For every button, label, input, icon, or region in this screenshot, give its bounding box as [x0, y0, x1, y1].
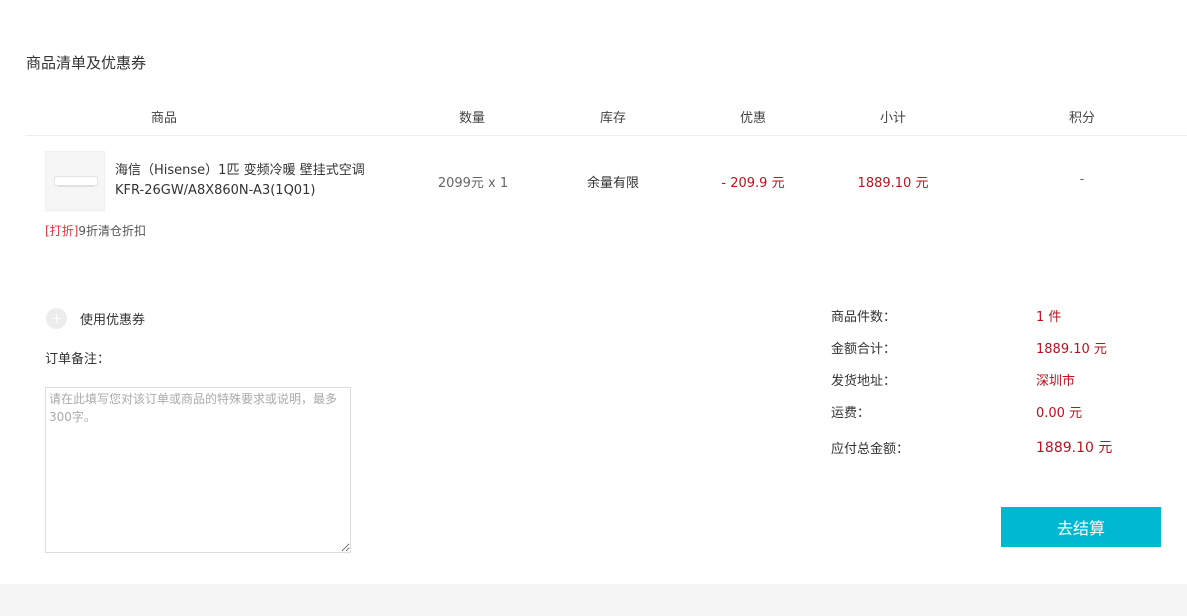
header-quantity: 数量: [458, 111, 485, 126]
item-discount: - 209.9 元: [721, 176, 785, 191]
item-count-value: 1 件: [1036, 310, 1062, 325]
product-name[interactable]: 海信（Hisense）1匹 变频冷暖 壁挂式空调 KFR-26GW/A8X860…: [115, 161, 380, 201]
table-header: 商品 数量 库存 优惠 小计 积分: [25, 96, 1187, 136]
product-image[interactable]: [45, 151, 105, 211]
freight-value: 0.00 元: [1036, 406, 1083, 421]
order-panel: 商品清单及优惠券 商品 数量 库存 优惠 小计 积分 海信（Hisense）1匹…: [0, 0, 1187, 584]
use-coupon-button[interactable]: 使用优惠券: [46, 307, 145, 329]
header-discount: 优惠: [739, 111, 766, 126]
total-amount-value: 1889.10 元: [1036, 342, 1107, 357]
item-quantity: 2099元 x 1: [437, 176, 509, 191]
header-stock: 库存: [599, 111, 626, 126]
promo-text: 9折清仓折扣: [78, 224, 147, 238]
header-subtotal: 小计: [879, 111, 906, 126]
table-row: 海信（Hisense）1匹 变频冷暖 壁挂式空调 KFR-26GW/A8X860…: [0, 136, 1187, 246]
item-count-label: 商品件数：: [831, 310, 897, 325]
freight-label: 运费：: [831, 406, 871, 421]
coupon-label: 使用优惠券: [80, 312, 146, 328]
remark-input[interactable]: [45, 387, 351, 553]
payable-value: 1889.10 元: [1036, 440, 1113, 456]
plus-icon: [46, 307, 67, 329]
ship-from-label: 发货地址：: [831, 374, 897, 389]
item-subtotal: 1889.10 元: [857, 176, 929, 191]
promo-info: [打折]9折清仓折扣: [45, 222, 146, 239]
item-points: -: [1079, 172, 1085, 187]
header-points: 积分: [1068, 111, 1095, 126]
ship-from-value: 深圳市: [1036, 374, 1076, 389]
remark-label: 订单备注：: [45, 352, 111, 367]
item-stock: 余量有限: [586, 176, 639, 191]
payable-label: 应付总金额：: [831, 442, 910, 457]
checkout-button[interactable]: 去结算: [1001, 507, 1161, 547]
total-amount-label: 金额合计：: [831, 342, 897, 357]
section-title: 商品清单及优惠券: [26, 54, 147, 72]
promo-tag: [打折]: [45, 224, 79, 238]
header-product: 商品: [150, 111, 177, 126]
